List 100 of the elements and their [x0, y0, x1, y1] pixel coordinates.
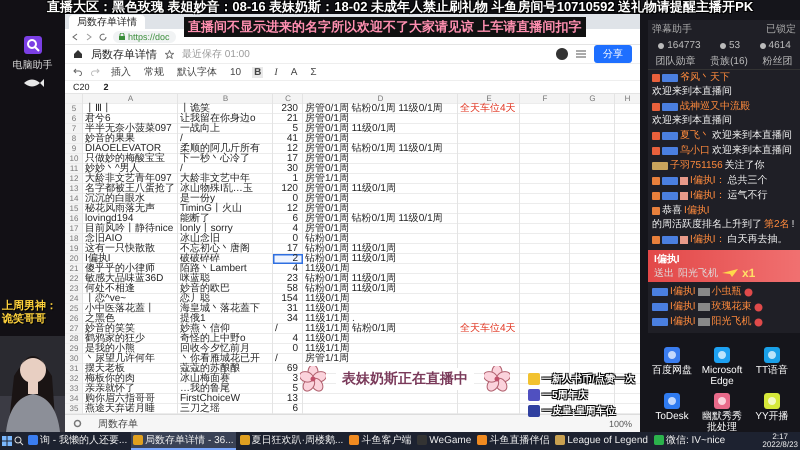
- undo-icon[interactable]: [73, 68, 82, 76]
- panel-tab[interactable]: 团队勋章: [655, 54, 696, 68]
- bold-button[interactable]: B: [252, 66, 264, 78]
- table-cell[interactable]: 230: [273, 104, 303, 114]
- table-cell[interactable]: 12: [273, 144, 303, 154]
- column-header[interactable]: G: [570, 94, 615, 104]
- app-icon[interactable]: [664, 347, 680, 363]
- app-label[interactable]: 百度网盘: [652, 365, 692, 376]
- clock-date[interactable]: 2022/8/23: [762, 441, 798, 449]
- chat-username[interactable]: 夏飞丶: [680, 130, 710, 142]
- table-cell[interactable]: 0: [273, 344, 303, 354]
- address-bar[interactable]: https://doc: [113, 30, 176, 42]
- lock-status[interactable]: 已锁定: [766, 22, 796, 36]
- panel-tab[interactable]: 粉丝团: [762, 54, 793, 68]
- table-cell[interactable]: 31: [273, 304, 303, 314]
- app-icon[interactable]: [764, 393, 780, 409]
- taskbar-item[interactable]: 微信: IV~nice: [652, 432, 728, 450]
- taskbar-item[interactable]: 夏日狂欢趴·周楼鹅...: [238, 432, 346, 450]
- chat-username[interactable]: I偏执I: [670, 301, 696, 313]
- app-label[interactable]: TT语音: [756, 365, 788, 376]
- insert-button[interactable]: 插入: [109, 65, 133, 79]
- table-cell[interactable]: 2: [273, 254, 303, 264]
- chat-username[interactable]: 鸟小口: [680, 145, 710, 157]
- format-button[interactable]: 常规: [142, 65, 166, 79]
- table-cell[interactable]: /: [273, 324, 303, 334]
- table-cell[interactable]: 30: [273, 164, 303, 174]
- column-header[interactable]: F: [520, 94, 570, 104]
- table-cell[interactable]: 3: [273, 374, 303, 384]
- settings-icon[interactable]: [73, 419, 82, 428]
- table-cell[interactable]: 58: [273, 284, 303, 294]
- table-cell[interactable]: 0: [273, 194, 303, 204]
- table-cell[interactable]: 17: [273, 244, 303, 254]
- home-icon[interactable]: [73, 49, 83, 59]
- taskbar-item[interactable]: League of Legend: [553, 432, 650, 450]
- app-label[interactable]: 幽默秀秀批处理: [698, 411, 746, 433]
- back-icon[interactable]: [71, 32, 79, 40]
- chat-username[interactable]: 战神巡又中流殿: [680, 101, 750, 113]
- table-cell[interactable]: 69: [273, 364, 303, 374]
- font-button[interactable]: 默认字体: [175, 65, 219, 79]
- chat-username[interactable]: I偏执I: [670, 316, 696, 328]
- table-cell[interactable]: 17: [273, 154, 303, 164]
- list-icon[interactable]: [576, 49, 586, 59]
- taskbar-item[interactable]: 局数存单详情 - 36...: [131, 432, 236, 450]
- text-color-button[interactable]: A: [288, 66, 300, 78]
- column-header[interactable]: B: [178, 94, 273, 104]
- column-header[interactable]: E: [458, 94, 520, 104]
- search-icon[interactable]: [14, 436, 24, 446]
- chat-username[interactable]: 爷风丶天下: [680, 72, 730, 84]
- panel-tab[interactable]: 贵族(16): [710, 54, 748, 68]
- avatar-icon[interactable]: [556, 48, 568, 60]
- app-icon[interactable]: [764, 347, 780, 363]
- app-label[interactable]: Microsoft Edge: [698, 365, 746, 387]
- size-button[interactable]: 10: [228, 66, 244, 78]
- italic-button[interactable]: I: [272, 66, 280, 78]
- table-cell[interactable]: 5: [273, 124, 303, 134]
- table-cell[interactable]: 13: [273, 394, 303, 404]
- table-cell[interactable]: 1: [273, 174, 303, 184]
- table-cell[interactable]: 6: [273, 214, 303, 224]
- chat-username[interactable]: I偏执I: [670, 286, 696, 298]
- column-header[interactable]: H: [615, 94, 640, 104]
- taskbar-item[interactable]: 斗鱼直播伴侣: [475, 432, 552, 450]
- table-cell[interactable]: 4: [273, 264, 303, 274]
- table-cell[interactable]: /: [273, 354, 303, 364]
- sum-button[interactable]: Σ: [308, 66, 319, 78]
- chat-username[interactable]: I偏执I：: [690, 175, 726, 187]
- chat-username[interactable]: I偏执I: [684, 205, 710, 217]
- clock-time[interactable]: 2:17: [772, 433, 788, 441]
- column-header[interactable]: D: [303, 94, 458, 104]
- forward-icon[interactable]: [85, 32, 93, 40]
- app-label[interactable]: YY开播: [755, 411, 789, 422]
- app-icon[interactable]: [714, 347, 730, 363]
- chat-username[interactable]: I偏执I: [654, 252, 680, 266]
- table-cell[interactable]: 154: [273, 294, 303, 304]
- sheet-tab[interactable]: 周数存单: [92, 416, 144, 432]
- column-header[interactable]: A: [83, 94, 178, 104]
- browser-tab[interactable]: 局数存单详情: [69, 15, 145, 29]
- table-cell[interactable]: 120: [273, 184, 303, 194]
- share-button[interactable]: 分享: [594, 45, 632, 63]
- taskbar-item[interactable]: 询 - 我懒的人还要...: [26, 432, 130, 450]
- chat-username[interactable]: I偏执I：: [690, 190, 726, 202]
- start-icon[interactable]: [2, 436, 12, 446]
- table-cell[interactable]: 5: [273, 384, 303, 394]
- column-header[interactable]: C: [273, 94, 303, 104]
- taskbar-item[interactable]: WeGame: [415, 432, 474, 450]
- table-cell[interactable]: 12: [273, 204, 303, 214]
- table-cell[interactable]: 34: [273, 314, 303, 324]
- table-cell[interactable]: 0: [273, 234, 303, 244]
- app-label[interactable]: ToDesk: [655, 411, 689, 422]
- table-cell[interactable]: 4: [273, 224, 303, 234]
- chat-username[interactable]: I偏执I：: [690, 234, 726, 246]
- chat-username[interactable]: 子羽751156: [670, 160, 723, 172]
- table-cell[interactable]: 6: [273, 404, 303, 414]
- table-cell[interactable]: 23: [273, 274, 303, 284]
- table-cell[interactable]: 41: [273, 134, 303, 144]
- taskbar-item[interactable]: 斗鱼客户端: [347, 432, 414, 450]
- reload-icon[interactable]: [99, 32, 107, 40]
- table-cell[interactable]: 21: [273, 114, 303, 124]
- search-icon[interactable]: [24, 36, 42, 54]
- app-icon[interactable]: [664, 393, 680, 409]
- star-icon[interactable]: [165, 50, 174, 58]
